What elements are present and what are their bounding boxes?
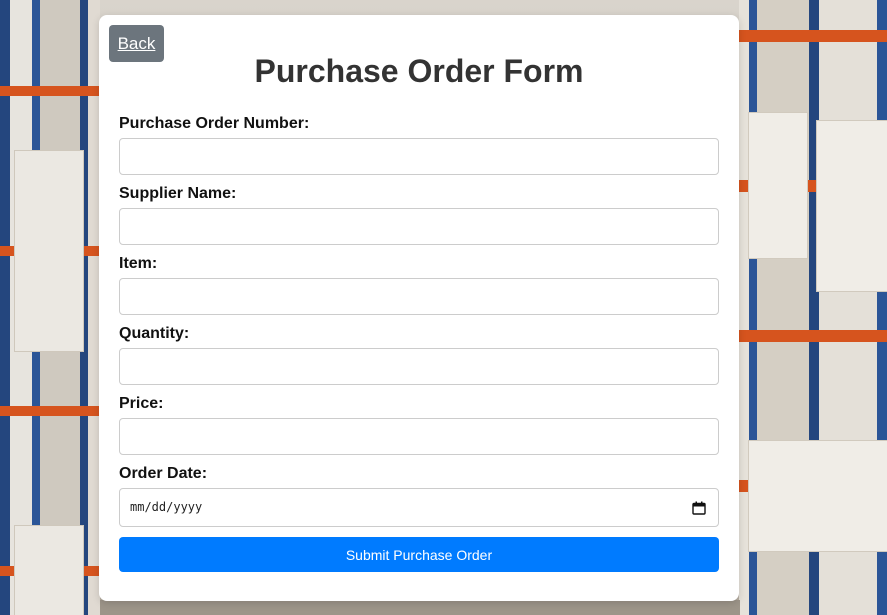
price-label: Price: bbox=[119, 395, 164, 412]
order-date-input[interactable]: mm/dd/yyyy bbox=[119, 488, 719, 527]
page-title: Purchase Order Form bbox=[254, 53, 584, 89]
pallet-stack bbox=[816, 120, 887, 292]
po-number-input[interactable] bbox=[119, 138, 719, 175]
quantity-label: Quantity: bbox=[119, 325, 190, 342]
supplier-name-label: Supplier Name: bbox=[119, 185, 237, 202]
submit-purchase-order-button[interactable]: Submit Purchase Order bbox=[119, 537, 719, 572]
pallet-stack bbox=[14, 150, 84, 352]
item-label: Item: bbox=[119, 255, 158, 272]
item-input[interactable] bbox=[119, 278, 719, 315]
warehouse-floor bbox=[100, 600, 740, 615]
po-number-label: Purchase Order Number: bbox=[119, 115, 310, 132]
price-input[interactable] bbox=[119, 418, 719, 455]
pallet-stack bbox=[14, 525, 84, 615]
quantity-input[interactable] bbox=[119, 348, 719, 385]
order-date-label: Order Date: bbox=[119, 465, 208, 482]
pallet-stack bbox=[748, 440, 887, 552]
supplier-name-input[interactable] bbox=[119, 208, 719, 245]
pallet-stack bbox=[748, 112, 808, 259]
date-placeholder: mm/dd/yyyy bbox=[130, 500, 203, 514]
calendar-icon[interactable] bbox=[692, 501, 706, 515]
